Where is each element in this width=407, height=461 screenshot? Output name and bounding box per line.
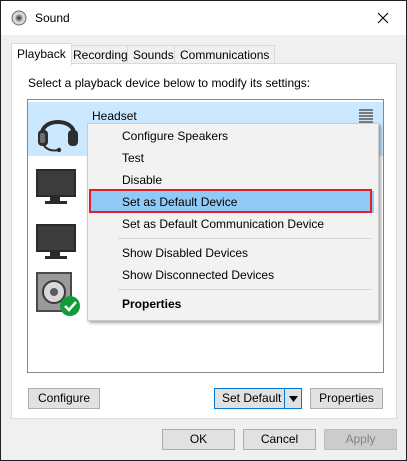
close-button[interactable] [360, 1, 406, 35]
title-bar: Sound [1, 1, 406, 35]
menu-item-show-disabled[interactable]: Show Disabled Devices [90, 242, 374, 264]
monitor-icon [36, 224, 76, 259]
set-default-dropdown[interactable] [284, 389, 301, 408]
cancel-button[interactable]: Cancel [243, 429, 316, 450]
ok-button[interactable]: OK [162, 429, 235, 450]
menu-separator [118, 289, 372, 290]
configure-button[interactable]: Configure [28, 388, 100, 409]
sound-dialog: Sound Playback Recording Sounds Communic… [0, 0, 407, 461]
monitor-icon [36, 169, 76, 204]
apply-button[interactable]: Apply [324, 429, 397, 450]
menu-separator [118, 238, 372, 239]
speaker-default-icon [36, 272, 80, 316]
highlight-annotation [89, 189, 372, 213]
menu-item-set-default-communication[interactable]: Set as Default Communication Device [90, 213, 374, 235]
menu-item-properties[interactable]: Properties [90, 293, 374, 315]
close-icon [377, 12, 389, 24]
context-menu: Configure Speakers Test Disable Set as D… [87, 123, 379, 321]
tab-recording[interactable]: Recording [67, 45, 134, 64]
headset-icon [38, 120, 78, 153]
device-name: Headset [92, 109, 137, 123]
menu-item-disable[interactable]: Disable [90, 169, 374, 191]
tab-communications[interactable]: Communications [174, 45, 276, 64]
set-default-label: Set Default [222, 391, 282, 405]
chevron-down-icon [288, 395, 298, 402]
menu-item-show-disconnected[interactable]: Show Disconnected Devices [90, 264, 374, 286]
menu-item-test[interactable]: Test [90, 147, 374, 169]
properties-button[interactable]: Properties [310, 388, 383, 409]
instruction-text: Select a playback device below to modify… [28, 76, 311, 90]
set-default-button[interactable]: Set Default [214, 388, 302, 409]
speaker-icon [11, 10, 27, 26]
tab-playback[interactable]: Playback [11, 43, 72, 65]
menu-item-configure-speakers[interactable]: Configure Speakers [90, 125, 374, 147]
tab-sounds[interactable]: Sounds [127, 45, 180, 64]
window-title: Sound [35, 11, 70, 25]
